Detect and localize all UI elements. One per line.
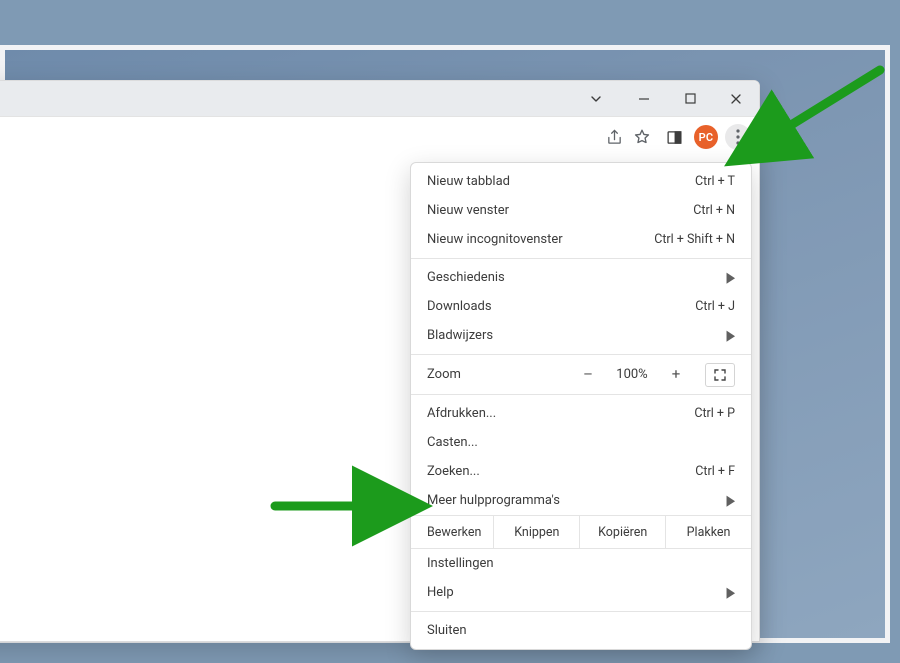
menu-separator: [411, 394, 751, 395]
menu-shortcut: Ctrl + J: [695, 299, 735, 314]
edit-paste-button[interactable]: Plakken: [665, 516, 751, 548]
menu-shortcut: Ctrl + Shift + N: [654, 232, 735, 247]
zoom-out-button[interactable]: –: [579, 367, 597, 382]
menu-label: Geschiedenis: [427, 270, 727, 285]
chevron-right-icon: ▶: [727, 327, 735, 344]
window-title-bar: [0, 81, 759, 116]
zoom-value: 100%: [611, 367, 653, 382]
menu-item-exit[interactable]: Sluiten: [411, 616, 751, 645]
menu-item-new-incognito[interactable]: Nieuw incognitovenster Ctrl + Shift + N: [411, 225, 751, 254]
menu-item-new-tab[interactable]: Nieuw tabblad Ctrl + T: [411, 167, 751, 196]
menu-label: Zoom: [427, 367, 579, 382]
menu-item-print[interactable]: Afdrukken... Ctrl + P: [411, 399, 751, 428]
zoom-in-button[interactable]: +: [667, 367, 685, 382]
menu-separator: [411, 258, 751, 259]
menu-label: Sluiten: [427, 623, 735, 638]
browser-toolbar: PC: [0, 116, 759, 158]
bookmark-star-icon[interactable]: [629, 124, 655, 150]
menu-item-find[interactable]: Zoeken... Ctrl + F: [411, 457, 751, 486]
menu-item-more-tools[interactable]: Meer hulpprogramma's ▶: [411, 486, 751, 515]
menu-item-history[interactable]: Geschiedenis ▶: [411, 263, 751, 292]
menu-label: Afdrukken...: [427, 406, 694, 421]
menu-item-zoom: Zoom – 100% +: [411, 359, 751, 390]
menu-label: Zoeken...: [427, 464, 695, 479]
menu-label: Meer hulpprogramma's: [427, 493, 727, 508]
profile-avatar[interactable]: PC: [693, 124, 719, 150]
menu-shortcut: Ctrl + N: [693, 203, 735, 218]
main-menu: Nieuw tabblad Ctrl + T Nieuw venster Ctr…: [410, 162, 752, 650]
menu-item-new-window[interactable]: Nieuw venster Ctrl + N: [411, 196, 751, 225]
menu-separator: [411, 354, 751, 355]
profile-initials: PC: [694, 125, 718, 149]
window-maximize-button[interactable]: [667, 81, 713, 116]
menu-label: Nieuw venster: [427, 203, 693, 218]
sidepanel-icon[interactable]: [661, 124, 687, 150]
menu-shortcut: Ctrl + F: [695, 464, 735, 479]
menu-item-downloads[interactable]: Downloads Ctrl + J: [411, 292, 751, 321]
menu-item-bookmarks[interactable]: Bladwijzers ▶: [411, 321, 751, 350]
menu-label: Downloads: [427, 299, 695, 314]
menu-label: Help: [427, 585, 727, 600]
menu-shortcut: Ctrl + T: [695, 174, 735, 189]
menu-label: Bladwijzers: [427, 328, 727, 343]
menu-label: Instellingen: [427, 556, 735, 571]
window-minimize-button[interactable]: [621, 81, 667, 116]
edit-label: Bewerken: [411, 516, 493, 548]
menu-shortcut: Ctrl + P: [694, 406, 735, 421]
edit-cut-button[interactable]: Knippen: [493, 516, 579, 548]
menu-item-cast[interactable]: Casten...: [411, 428, 751, 457]
menu-item-edit: Bewerken Knippen Kopiëren Plakken: [411, 515, 751, 549]
edit-copy-button[interactable]: Kopiëren: [579, 516, 665, 548]
menu-item-settings[interactable]: Instellingen: [411, 549, 751, 578]
menu-label: Nieuw incognitovenster: [427, 232, 654, 247]
chevron-right-icon: ▶: [727, 584, 735, 601]
kebab-menu-button[interactable]: [725, 124, 751, 150]
tab-search-button[interactable]: [573, 81, 619, 116]
chevron-right-icon: ▶: [727, 269, 735, 286]
menu-label: Casten...: [427, 435, 735, 450]
menu-item-help[interactable]: Help ▶: [411, 578, 751, 607]
menu-separator: [411, 611, 751, 612]
share-icon[interactable]: [601, 124, 627, 150]
chevron-right-icon: ▶: [727, 492, 735, 509]
fullscreen-button[interactable]: [705, 363, 735, 387]
window-close-button[interactable]: [713, 81, 759, 116]
menu-label: Nieuw tabblad: [427, 174, 695, 189]
